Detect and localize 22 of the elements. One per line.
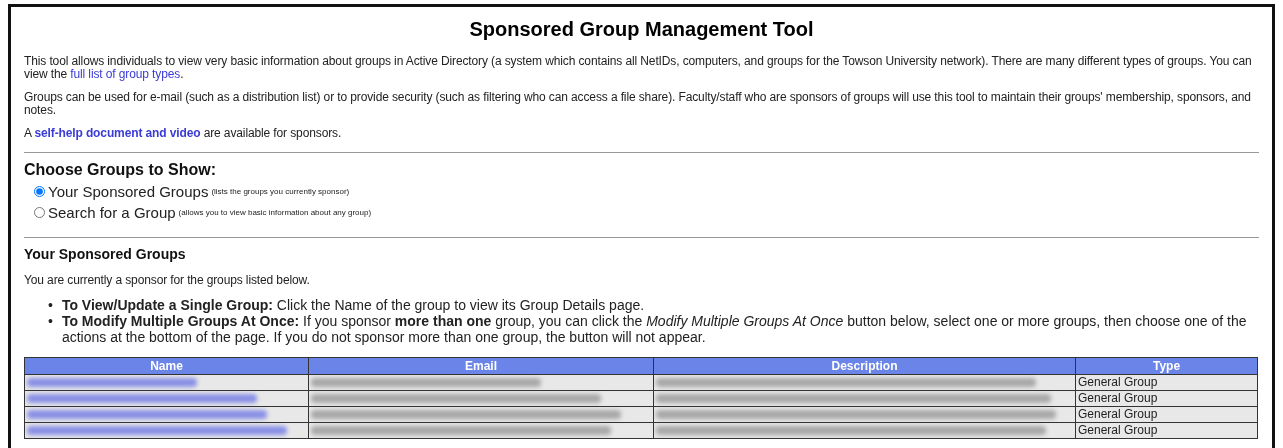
column-header: Name: [24, 357, 309, 375]
section-heading: Your Sponsored Groups: [24, 246, 187, 262]
radio-button[interactable]: [34, 186, 45, 197]
hint-text: (lists the groups you currently sponsor): [211, 187, 350, 196]
radio-label[interactable]: Your Sponsored Groups: [48, 183, 209, 200]
page-title: Sponsored Group Management Tool: [468, 18, 815, 41]
paragraph: This tool allows individuals to view very basic information about groups in Active Directory (a system which contains all NetIDs, computers, and groups for the Towson University network). There are many different types of groups. You can view the full list of group types.: [24, 55, 1253, 81]
paragraph: Groups can be used for e-mail (such as a distribution list) or to provide security (such as filtering who can access a file share). Faculty/staff who are sponsors of groups will use this tool to maintain their groups' membership, sponsors, and notes.: [24, 91, 1252, 117]
bullet-text: To Modify Multiple Groups At Once: If you sponsor more than one group, you can click the Modify Multiple Groups At Once button below, select one or more groups, then choose one of the actions at the bottom of the page. If you do not sponsor more than one group, the button will not appear.: [61, 313, 1248, 345]
bullet-marker: •: [48, 297, 53, 313]
radio-label[interactable]: Search for a Group: [48, 204, 176, 221]
bullet-text: To View/Update a Single Group: Click the Name of the group to view its Group Details page.: [61, 297, 645, 313]
section-heading: Choose Groups to Show:: [24, 161, 217, 179]
column-header: Description: [653, 357, 1076, 375]
column-header: Type: [1075, 357, 1258, 375]
column-header: Email: [308, 357, 654, 375]
bullet-marker: •: [48, 313, 53, 331]
paragraph: A self-help document and video are available for sponsors.: [24, 127, 343, 140]
link[interactable]: self-help document and video: [34, 126, 201, 140]
paragraph: You are currently a sponsor for the groups listed below.: [24, 274, 311, 287]
radio-button[interactable]: [34, 207, 45, 218]
hint-text: (allows you to view basic information about any group): [178, 208, 372, 217]
